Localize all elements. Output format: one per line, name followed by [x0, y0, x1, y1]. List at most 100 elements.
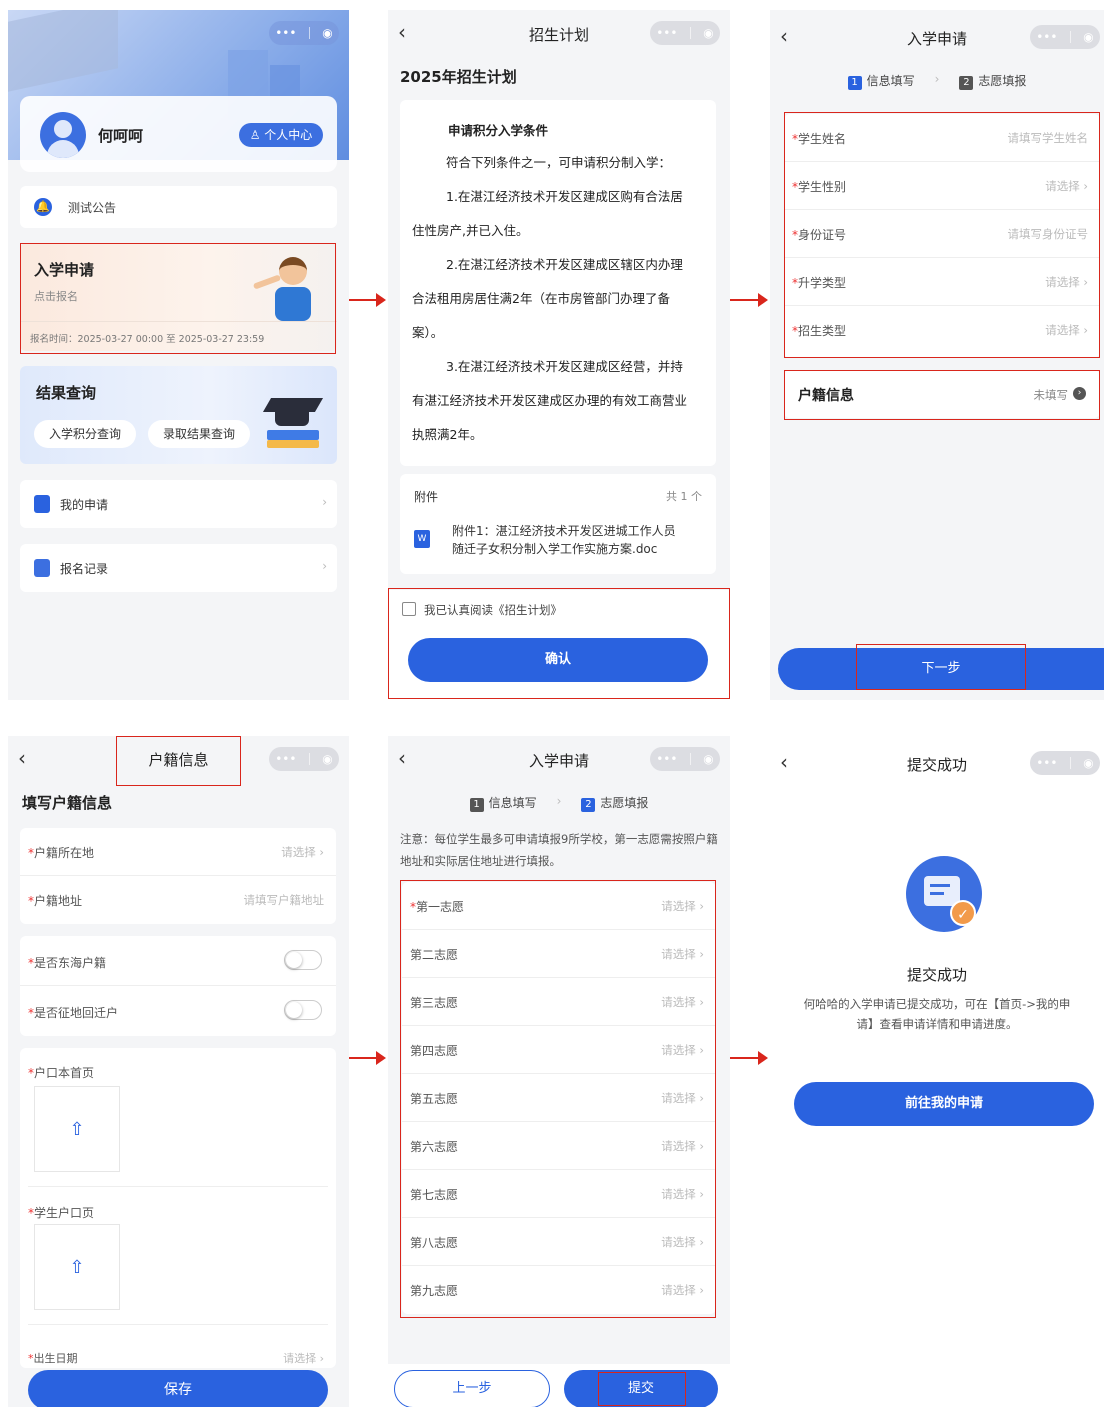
- huji-info-entry[interactable]: 户籍信息 未填写 ›: [784, 370, 1100, 418]
- attachment-card: 附件 共 1 个 W 附件1：湛江经济技术开发区进城工作人员 随迁子女积分制入学…: [400, 474, 716, 574]
- form-row-student-name[interactable]: *学生姓名 请填写学生姓名: [784, 114, 1100, 162]
- form-row-huji-location[interactable]: *户籍所在地 请选择 ›: [20, 828, 336, 876]
- field-value: 请选择 ›: [661, 1091, 704, 1105]
- registration-records-item[interactable]: 报名记录 ›: [20, 544, 337, 592]
- apply-subtitle: 点击报名: [34, 290, 78, 303]
- field-label: 户籍所在地: [34, 846, 95, 860]
- form-row-gender[interactable]: *学生性别 请选择 ›: [784, 162, 1100, 210]
- relocation-toggle[interactable]: [284, 1000, 322, 1020]
- field-label: *学生户口页: [28, 1206, 95, 1220]
- user-icon: ♙: [249, 128, 261, 142]
- step-info[interactable]: 1 信息填写: [847, 72, 915, 92]
- field-label: 升学类型: [798, 276, 847, 290]
- capsule-menu[interactable]: ••• ◉: [269, 747, 339, 771]
- goto-my-application-button[interactable]: 前往我的申请: [794, 1082, 1094, 1126]
- capsule-menu[interactable]: ••• ◉: [650, 21, 720, 45]
- form-row-id-number[interactable]: *身份证号 请填写身份证号: [784, 210, 1100, 258]
- choice-row[interactable]: 第八志愿 请选择 ›: [402, 1218, 716, 1266]
- enrollment-apply-card[interactable]: 入学申请 点击报名 报名时间：2025-03-27 00:00 至 2025-0…: [20, 243, 337, 351]
- agree-checkbox[interactable]: [402, 602, 416, 616]
- capsule-menu[interactable]: ••• ◉: [269, 21, 339, 45]
- field-label: 是否征地回迁户: [34, 1006, 119, 1020]
- school-choice-screen: ‹ 入学申请 ••• ◉ 1 信息填写 › 2 志愿填报 注意：每位学生最多可申请填报…: [388, 736, 730, 1407]
- choice-row[interactable]: 第六志愿 请选择 ›: [402, 1122, 716, 1170]
- conditions-title: 申请积分入学条件: [448, 123, 549, 138]
- choice-row[interactable]: 第三志愿 请选择 ›: [402, 978, 716, 1026]
- form-row-huji-address[interactable]: *户籍地址 请填写户籍地址: [20, 876, 336, 924]
- avatar[interactable]: [40, 112, 86, 158]
- notice-bar[interactable]: 🔔 测试公告: [20, 186, 337, 228]
- field-label: 身份证号: [798, 228, 847, 242]
- field-label: 学生姓名: [798, 132, 847, 146]
- form-row-admission-type[interactable]: *招生类型 请选择 ›: [784, 306, 1100, 354]
- upload-icon: ⇧: [69, 1256, 85, 1278]
- upload-icon: ⇧: [69, 1118, 85, 1140]
- field-value: 请选择 ›: [661, 1187, 704, 1201]
- capsule-menu[interactable]: ••• ◉: [1030, 25, 1100, 49]
- step-info[interactable]: 1 信息填写: [469, 794, 537, 814]
- field-value: 请选择 ›: [661, 1235, 704, 1249]
- field-value: 请选择 ›: [661, 995, 704, 1009]
- field-label: 第八志愿: [410, 1236, 459, 1250]
- step-choice[interactable]: 2 志愿填报: [581, 794, 648, 814]
- prev-step-button[interactable]: 上一步: [394, 1370, 550, 1407]
- flow-arrow: [730, 293, 768, 307]
- my-applications-item[interactable]: 我的申请 ›: [20, 480, 337, 528]
- prev-step-label: 上一步: [452, 1381, 492, 1396]
- huji-address-card: *户籍所在地 请选择 › *户籍地址 请填写户籍地址: [20, 828, 336, 924]
- attachment-file-link[interactable]: 附件1：湛江经济技术开发区进城工作人员: [452, 522, 676, 539]
- chevron-right-icon: ›: [556, 794, 562, 808]
- upload-hukou-home[interactable]: ⇧: [34, 1086, 120, 1172]
- flow-arrow: [348, 1051, 386, 1065]
- user-card: 何呵呵 ♙ 个人中心: [20, 96, 337, 172]
- save-button[interactable]: 保存: [28, 1370, 328, 1407]
- choice-row[interactable]: 第五志愿 请选择 ›: [402, 1074, 716, 1122]
- capsule-menu[interactable]: ••• ◉: [1030, 751, 1100, 775]
- nav-bar: ‹ 招生计划 ••• ◉: [388, 10, 730, 56]
- nav-bar: ‹ 提交成功 ••• ◉: [770, 740, 1104, 786]
- huji-status: 未填写: [1033, 388, 1069, 402]
- field-value: 请选择 ›: [661, 947, 704, 961]
- my-applications-label: 我的申请: [60, 498, 109, 512]
- choice-row[interactable]: 第七志愿 请选择 ›: [402, 1170, 716, 1218]
- attachment-file-link[interactable]: 随迁子女积分制入学工作实施方案.doc: [452, 540, 657, 557]
- field-value: 请填写户籍地址: [243, 893, 325, 907]
- choice-row[interactable]: 第四志愿 请选择 ›: [402, 1026, 716, 1074]
- enrollment-plan-screen: ‹ 招生计划 ••• ◉ 2025年招生计划 申请积分入学条件 符合下列条件之一，…: [388, 10, 730, 700]
- capsule-menu[interactable]: ••• ◉: [650, 747, 720, 771]
- nav-bar: ‹ 户籍信息 ••• ◉: [8, 736, 349, 782]
- flow-arrow: [348, 293, 386, 307]
- field-value: 请选择 ›: [1045, 275, 1088, 289]
- huji-title: 户籍信息: [798, 388, 854, 404]
- submit-button[interactable]: 提交: [564, 1370, 718, 1407]
- field-value: 请选择 ›: [661, 1043, 704, 1057]
- apply-time: 报名时间：2025-03-27 00:00 至 2025-03-27 23:59: [30, 334, 265, 345]
- submit-label: 提交: [627, 1381, 654, 1396]
- calendar-icon: [34, 559, 50, 577]
- word-file-icon[interactable]: W: [414, 530, 430, 548]
- choice-row[interactable]: 第九志愿 请选择 ›: [402, 1266, 716, 1314]
- form-row-promotion-type[interactable]: *升学类型 请选择 ›: [784, 258, 1100, 306]
- field-value: 请选择 ›: [1045, 179, 1088, 193]
- field-value[interactable]: 请选择 ›: [283, 1350, 324, 1366]
- plan-paragraph: 有湛江经济技术开发区建成区办理的有效工商营业: [412, 393, 688, 408]
- admission-query-button[interactable]: 录取结果查询: [148, 420, 250, 448]
- points-query-button[interactable]: 入学积分查询: [34, 420, 136, 448]
- donghai-toggle[interactable]: [284, 950, 322, 970]
- user-name: 何呵呵: [98, 127, 144, 145]
- next-step-button[interactable]: 下一步: [778, 648, 1104, 690]
- attachment-label: 附件: [414, 490, 439, 504]
- upload-student-hukou[interactable]: ⇧: [34, 1224, 120, 1310]
- admission-query-label: 录取结果查询: [162, 427, 235, 441]
- agree-label[interactable]: 我已认真阅读《招生计划》: [424, 602, 562, 618]
- field-value: 请选择 ›: [281, 845, 324, 859]
- plan-paragraph: 符合下列条件之一，可申请积分制入学：: [446, 155, 672, 170]
- choice-row[interactable]: *第一志愿 请选择 ›: [402, 882, 716, 930]
- arrow-circle-icon: ›: [1073, 387, 1086, 400]
- next-step-label: 下一步: [921, 661, 961, 676]
- step-choice[interactable]: 2 志愿填报: [959, 72, 1026, 92]
- personal-center-button[interactable]: ♙ 个人中心: [239, 123, 323, 147]
- choice-row[interactable]: 第二志愿 请选择 ›: [402, 930, 716, 978]
- confirm-button[interactable]: 确认: [408, 638, 708, 682]
- confirm-label: 确认: [544, 652, 571, 667]
